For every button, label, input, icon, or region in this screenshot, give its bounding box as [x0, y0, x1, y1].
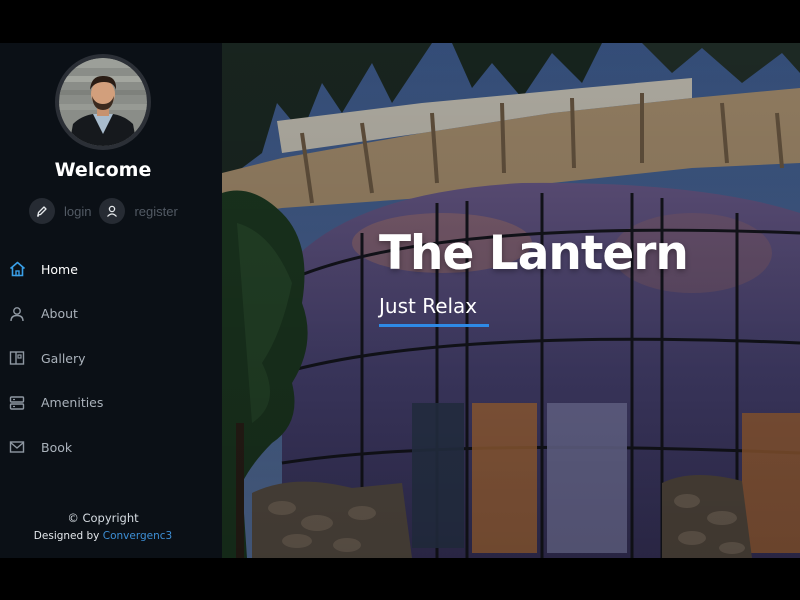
page-viewport: Welcome login register Home About Galler… — [0, 43, 800, 558]
hero-title: The Lantern — [379, 226, 689, 281]
letterbox-frame: Welcome login register Home About Galler… — [0, 0, 800, 600]
copyright-text: © Copyright — [67, 511, 139, 525]
mail-icon — [8, 438, 26, 456]
pen-icon[interactable] — [29, 198, 55, 224]
home-icon — [8, 260, 26, 278]
sidebar-item-gallery[interactable]: Gallery — [0, 336, 222, 381]
hero-subtitle: Just Relax — [379, 294, 478, 318]
register-link[interactable]: register — [134, 204, 177, 219]
designed-by-line: Designed by Convergenc3 — [0, 530, 206, 542]
hero-background-photo — [222, 43, 800, 558]
auth-links: login register — [29, 198, 186, 224]
sidebar-nav: Home About Gallery Amenities Book — [0, 247, 222, 470]
hero-underline — [379, 324, 489, 327]
user-icon[interactable] — [99, 198, 126, 224]
sidebar-item-label: Amenities — [41, 395, 104, 411]
sidebar-item-label: About — [41, 306, 78, 322]
sidebar-footer: © Copyright Designed by Convergenc3 — [0, 511, 206, 542]
avatar — [55, 54, 151, 150]
hero-section: The Lantern Just Relax — [222, 43, 800, 558]
sidebar-item-label: Home — [41, 261, 78, 277]
sidebar: Welcome login register Home About Galler… — [0, 43, 222, 558]
server-icon — [8, 394, 26, 412]
designed-by-text: Designed by — [33, 530, 100, 542]
sidebar-item-label: Gallery — [41, 350, 86, 366]
designer-link[interactable]: Convergenc3 — [103, 530, 172, 542]
welcome-heading: Welcome — [54, 159, 152, 181]
gallery-icon — [8, 349, 26, 367]
sidebar-item-amenities[interactable]: Amenities — [0, 381, 222, 426]
sidebar-item-label: Book — [41, 439, 73, 455]
user-icon — [8, 305, 26, 323]
avatar-photo — [59, 58, 147, 146]
login-link[interactable]: login — [64, 204, 91, 219]
sidebar-item-book[interactable]: Book — [0, 425, 222, 470]
sidebar-item-about[interactable]: About — [0, 292, 222, 337]
sidebar-item-home[interactable]: Home — [0, 247, 222, 292]
